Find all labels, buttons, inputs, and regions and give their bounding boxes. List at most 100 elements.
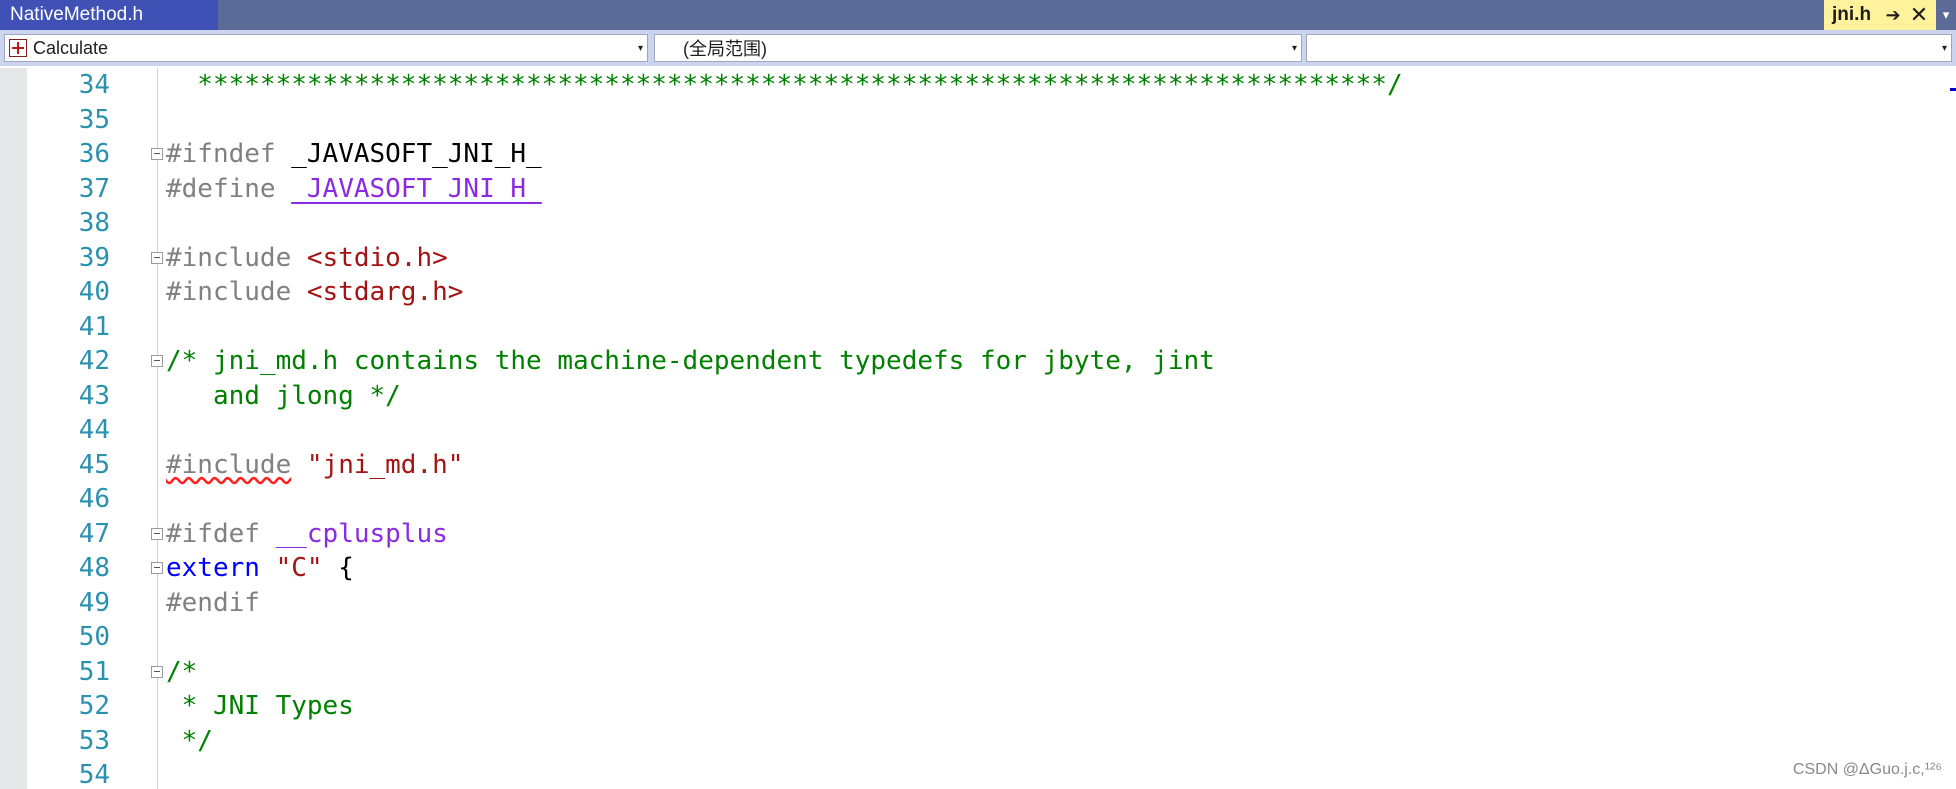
code-text[interactable]: #include "jni_md.h" — [166, 448, 463, 483]
code-line[interactable]: 44 — [0, 413, 1956, 448]
code-text[interactable]: /* — [166, 655, 197, 690]
line-number: 42 — [78, 346, 110, 376]
line-number: 37 — [78, 173, 110, 204]
code-line[interactable]: 49 #endif — [0, 586, 1956, 621]
chevron-down-icon: ▾ — [637, 42, 643, 54]
line-number: 41 — [78, 311, 110, 342]
line-number: 48 — [78, 553, 110, 583]
code-line[interactable]: 47 #ifdef __cplusplus — [0, 517, 1956, 552]
code-text[interactable]: #define _JAVASOFT_JNI_H_ — [166, 172, 542, 207]
code-token: _JAVASOFT_JNI_H_ — [291, 173, 542, 204]
code-text[interactable]: */ — [166, 724, 213, 759]
code-line[interactable]: 45 #include "jni_md.h" — [0, 448, 1956, 483]
code-line[interactable]: 51 /* — [0, 655, 1956, 690]
line-number: 51 — [78, 656, 110, 687]
code-token: #define — [166, 173, 292, 204]
line-number: 44 — [78, 415, 110, 445]
collapse-region-icon[interactable] — [151, 355, 163, 367]
code-line[interactable]: 40 #include <stdarg.h> — [0, 275, 1956, 310]
code-text[interactable]: #endif — [166, 586, 260, 621]
code-text[interactable]: extern "C" { — [166, 551, 354, 586]
collapse-region-icon[interactable] — [151, 562, 163, 574]
line-number: 40 — [78, 277, 110, 307]
code-token: /* — [166, 656, 198, 687]
code-line[interactable]: 53 */ — [0, 724, 1956, 759]
tab-label: jni.h — [1832, 4, 1872, 25]
collapse-region-icon[interactable] — [151, 527, 163, 540]
scope-dropdown-value: (全局范围) — [683, 39, 767, 59]
chevron-down-icon: ▾ — [1941, 42, 1947, 54]
code-text[interactable]: ****************************************… — [166, 68, 1403, 103]
code-token: _JAVASOFT_JNI_H_ — [291, 139, 542, 169]
code-text[interactable]: #include <stdio.h> — [166, 241, 448, 276]
code-line[interactable]: 50 — [0, 620, 1956, 655]
code-token: #ifndef — [166, 139, 292, 169]
project-dropdown-value: Calculate — [33, 37, 109, 58]
line-number: 43 — [78, 380, 110, 411]
code-line[interactable]: 36 #ifndef _JAVASOFT_JNI_H_ — [0, 137, 1956, 172]
code-line[interactable]: 41 — [0, 310, 1956, 345]
line-number: 39 — [78, 242, 110, 273]
collapse-region-icon[interactable] — [151, 665, 163, 678]
code-text[interactable]: #ifdef __cplusplus — [166, 517, 448, 552]
code-text[interactable]: and jlong */ — [166, 379, 401, 414]
line-number: 53 — [78, 725, 110, 756]
line-number: 52 — [78, 691, 110, 721]
code-token: __cplusplus — [275, 518, 448, 549]
pin-tab-icon[interactable]: ➔ — [1880, 0, 1906, 30]
code-line[interactable]: 54 — [0, 758, 1956, 789]
code-token: <stdio.h> — [306, 242, 448, 273]
code-text[interactable]: * JNI Types — [166, 689, 354, 724]
line-number: 36 — [78, 139, 110, 169]
code-line[interactable]: 37 #define _JAVASOFT_JNI_H_ — [0, 172, 1956, 207]
code-text[interactable]: #include <stdarg.h> — [166, 275, 463, 310]
code-token: */ — [166, 725, 213, 756]
code-line[interactable]: 52 * JNI Types — [0, 689, 1956, 724]
line-number: 46 — [78, 484, 110, 514]
code-token: #include — [166, 449, 292, 480]
code-line[interactable]: 35 — [0, 103, 1956, 138]
code-token: and jlong */ — [166, 380, 401, 411]
collapse-region-icon[interactable] — [151, 148, 163, 160]
collapse-region-icon[interactable] — [151, 251, 163, 264]
tab-list-dropdown-icon[interactable]: ▾ — [1936, 0, 1956, 30]
scrollbar-marker — [1950, 88, 1956, 91]
code-line[interactable]: 48 extern "C" { — [0, 551, 1956, 586]
code-token: #endif — [166, 587, 260, 618]
tab-native-method-h[interactable]: NativeMethod.h — [0, 0, 218, 30]
code-token: #ifdef — [166, 518, 276, 549]
watermark: CSDN @ΔGuo.j.c,¹²⁶ — [1792, 761, 1942, 778]
code-text[interactable]: #ifndef _JAVASOFT_JNI_H_ — [166, 137, 542, 172]
close-tab-icon[interactable]: ✕ — [1906, 0, 1932, 30]
code-token: ****************************************… — [166, 70, 1403, 100]
code-token: * JNI Types — [166, 691, 354, 721]
code-line[interactable]: 38 — [0, 206, 1956, 241]
tab-label: NativeMethod.h — [10, 4, 144, 25]
code-line[interactable]: 43 and jlong */ — [0, 379, 1956, 414]
navigation-bar: Calculate ▾ (全局范围) ▾ ▾ — [0, 30, 1956, 66]
code-token: #include — [166, 277, 307, 307]
member-dropdown[interactable]: ▾ — [1306, 34, 1952, 62]
line-number: 54 — [78, 760, 110, 789]
line-number: 50 — [78, 622, 110, 652]
code-line[interactable]: 42 /* jni_md.h contains the machine-depen… — [0, 344, 1956, 379]
project-dropdown[interactable]: Calculate ▾ — [4, 34, 648, 62]
code-line[interactable]: 34 *************************************… — [0, 68, 1956, 103]
code-token: extern — [166, 553, 260, 583]
code-token: /* jni_md.h contains the machine-depende… — [166, 346, 1215, 376]
scope-dropdown[interactable]: (全局范围) ▾ — [654, 34, 1302, 62]
code-token: "C" — [275, 553, 323, 583]
line-number: 49 — [78, 587, 110, 618]
line-number: 45 — [78, 449, 110, 480]
code-token: { — [322, 553, 354, 583]
code-line[interactable]: 39 #include <stdio.h> — [0, 241, 1956, 276]
document-tab-strip: NativeMethod.h jni.h ➔ ✕ ▾ — [0, 0, 1956, 30]
line-number: 47 — [78, 518, 110, 549]
code-line[interactable]: 46 — [0, 482, 1956, 517]
cpp-project-icon — [9, 39, 27, 57]
code-editor[interactable]: 34 *************************************… — [0, 68, 1956, 789]
code-token: #include — [166, 242, 307, 273]
code-text[interactable]: /* jni_md.h contains the machine-depende… — [166, 344, 1215, 379]
